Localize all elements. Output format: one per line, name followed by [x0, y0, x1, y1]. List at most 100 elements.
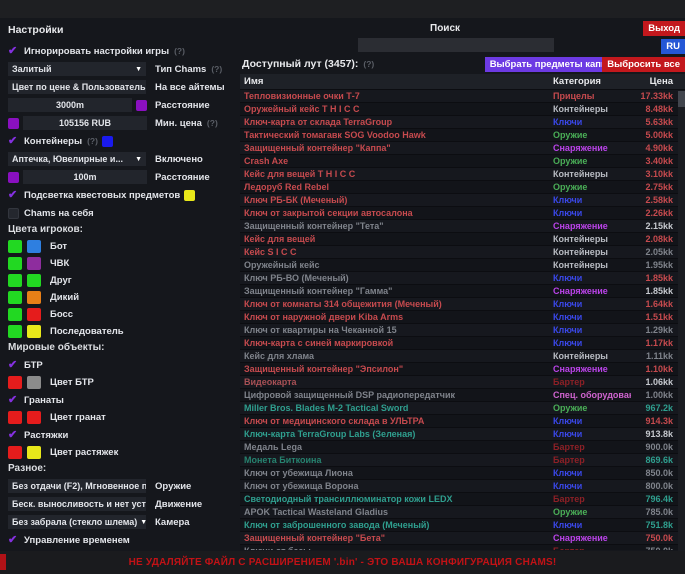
player-color-swatch[interactable]	[27, 308, 41, 321]
table-row[interactable]: Crash AxeОружие3.40kk	[240, 155, 685, 168]
item-name: APOK Tactical Wasteland Gladius	[240, 506, 553, 518]
containers-row[interactable]: ✔ Контейнеры (?)	[8, 134, 236, 148]
min-price-color-swatch[interactable]	[8, 118, 19, 129]
table-row[interactable]: Медаль LegaБартер900.0k	[240, 441, 685, 454]
grenade-check-row[interactable]: ✔ Гранаты	[8, 393, 236, 407]
table-row[interactable]: Защищенный контейнер "Бета"Снаряжение750…	[240, 532, 685, 545]
min-price-input[interactable]: 105156 RUB	[23, 116, 147, 130]
visible-color-swatch[interactable]	[8, 291, 22, 304]
loot-filter-dropdown[interactable]: Аптечка, Ювелирные и... ▼	[8, 152, 146, 166]
drop-all-button[interactable]: Выбросить все	[602, 57, 685, 72]
loot-distance-color-swatch[interactable]	[8, 172, 19, 183]
item-price: 1.00kk	[631, 389, 685, 401]
column-header-category[interactable]: Категория	[553, 76, 631, 87]
table-row[interactable]: Кейс S I C CКонтейнеры2.05kk	[240, 246, 685, 259]
table-row[interactable]: Ключ от закрытой секции автосалонаКлючи2…	[240, 207, 685, 220]
camera-dropdown[interactable]: Без забрала (стекло шлема) ▼	[8, 515, 146, 529]
player-color-swatch[interactable]	[27, 240, 41, 253]
quest-items-color-swatch[interactable]	[184, 190, 195, 201]
player-color-swatch[interactable]	[27, 291, 41, 304]
table-row[interactable]: Защищенный контейнер "Каппа"Снаряжение4.…	[240, 142, 685, 155]
visible-color-swatch[interactable]	[8, 446, 22, 459]
color-by-price-dropdown[interactable]: Цвет по цене & Пользователь ▼	[8, 80, 146, 94]
containers-label: Контейнеры	[24, 136, 82, 147]
ignore-game-settings-row[interactable]: ✔ Игнорировать настройки игры (?)	[8, 44, 236, 58]
table-row[interactable]: Защищенный контейнер "Гамма"Снаряжение1.…	[240, 285, 685, 298]
table-row[interactable]: Ключ-карта TerraGroup Labs (Зеленая)Ключ…	[240, 428, 685, 441]
table-row[interactable]: Кейс для хламаКонтейнеры1.11kk	[240, 350, 685, 363]
table-row[interactable]: Ключ от убежища ЛионаКлючи850.0k	[240, 467, 685, 480]
table-row[interactable]: Ключ от комнаты 314 общежития (Меченый)К…	[240, 298, 685, 311]
table-row[interactable]: Защищенный контейнер "Тета"Снаряжение2.1…	[240, 220, 685, 233]
chams-self-row[interactable]: Chams на себя	[8, 206, 236, 220]
player-color-swatch[interactable]	[27, 325, 41, 338]
containers-color-swatch[interactable]	[102, 136, 113, 147]
table-row[interactable]: Ключ РБ-БК (Меченый)Ключи2.58kk	[240, 194, 685, 207]
quest-items-row[interactable]: ✔ Подсветка квестовых предметов	[8, 188, 236, 202]
player-color-swatch[interactable]	[27, 257, 41, 270]
table-row[interactable]: Оружейный кейс T H I C CКонтейнеры8.48kk	[240, 103, 685, 116]
time-control-row[interactable]: ✔ Управление временем	[8, 533, 236, 547]
table-row[interactable]: Защищенный контейнер "Эпсилон"Снаряжение…	[240, 363, 685, 376]
table-row[interactable]: Ключ-карта от склада TerraGroupКлючи5.63…	[240, 116, 685, 129]
chams-type-dropdown[interactable]: Залитый ▼	[8, 62, 146, 76]
movement-dropdown[interactable]: Беск. выносливость и нет уста: ▼	[8, 497, 146, 511]
checkmark-icon[interactable]: ✔	[8, 428, 24, 442]
visible-color-swatch[interactable]	[8, 308, 22, 321]
table-row[interactable]: Цифровой защищенный DSP радиопередатчикС…	[240, 389, 685, 402]
checkmark-icon[interactable]: ✔	[8, 358, 24, 372]
weapon-dropdown[interactable]: Без отдачи (F2), Мгновенное п ▼	[8, 479, 146, 493]
visible-color-swatch[interactable]	[8, 257, 22, 270]
visible-color-swatch[interactable]	[8, 274, 22, 287]
checkmark-icon[interactable]: ✔	[8, 393, 24, 407]
btr-colors-row: Цвет БТР	[8, 376, 236, 389]
esp-distance-color-swatch[interactable]	[136, 100, 147, 111]
table-row[interactable]: Ключи от базыБартер750.0k	[240, 545, 685, 550]
table-row[interactable]: Светодиодный трансиллюминатор кожи LEDXБ…	[240, 493, 685, 506]
table-row[interactable]: Ледоруб Red RebelОружие2.75kk	[240, 181, 685, 194]
table-row[interactable]: APOK Tactical Wasteland GladiusОружие785…	[240, 506, 685, 519]
visible-color-swatch[interactable]	[8, 411, 22, 424]
player-color-swatch[interactable]	[27, 274, 41, 287]
exit-button[interactable]: Выход	[643, 21, 685, 36]
select-kappa-items-button[interactable]: Выбрать предметы каппа	[485, 57, 617, 72]
table-row[interactable]: Miller Bros. Blades M-2 Tactical SwordОр…	[240, 402, 685, 415]
btr-color-swatch[interactable]	[27, 376, 41, 389]
table-row[interactable]: Ключ РБ-ВО (Меченый)Ключи1.85kk	[240, 272, 685, 285]
checkbox-unchecked-icon[interactable]	[8, 208, 19, 219]
table-row[interactable]: Кейс для вещейКонтейнеры2.08kk	[240, 233, 685, 246]
table-row[interactable]: Монета БиткоинаБартер869.6k	[240, 454, 685, 467]
table-row[interactable]: Ключ-карта с синей маркировкойКлючи1.17k…	[240, 337, 685, 350]
table-row[interactable]: Тактический томагавк SOG Voodoo HawkОруж…	[240, 129, 685, 142]
table-row[interactable]: Кейс для вещей T H I C CКонтейнеры3.10kk	[240, 168, 685, 181]
loot-distance-input[interactable]: 100m	[23, 170, 147, 184]
tripwire-color-swatch[interactable]	[27, 446, 41, 459]
checkmark-icon[interactable]: ✔	[8, 44, 24, 58]
grenade-color-swatch[interactable]	[27, 411, 41, 424]
checkmark-icon[interactable]: ✔	[8, 188, 24, 202]
btr-check-row[interactable]: ✔ БТР	[8, 358, 236, 372]
item-price: 785.0k	[631, 506, 685, 518]
tripwire-check-row[interactable]: ✔ Растяжки	[8, 428, 236, 442]
table-row[interactable]: ВидеокартаБартер1.06kk	[240, 376, 685, 389]
table-row[interactable]: Ключ от медицинского склада в УЛЬТРАКлюч…	[240, 415, 685, 428]
visible-color-swatch[interactable]	[8, 325, 22, 338]
checkmark-icon[interactable]: ✔	[8, 533, 24, 547]
column-header-name[interactable]: Имя	[240, 76, 553, 87]
table-row[interactable]: Ключ от заброшенного завода (Меченый)Клю…	[240, 519, 685, 532]
column-header-price[interactable]: Цена	[631, 76, 685, 87]
table-row[interactable]: Ключ от убежища ВоронаКлючи800.0k	[240, 480, 685, 493]
visible-color-swatch[interactable]	[8, 376, 22, 389]
search-input[interactable]	[358, 38, 554, 52]
table-row[interactable]: Ключ от наружной двери Kiba ArmsКлючи1.5…	[240, 311, 685, 324]
esp-distance-input[interactable]: 3000m	[8, 98, 132, 112]
table-row[interactable]: Оружейный кейсКонтейнеры1.95kk	[240, 259, 685, 272]
checkmark-icon[interactable]: ✔	[8, 134, 24, 148]
language-button[interactable]: RU	[661, 39, 685, 54]
table-row[interactable]: Ключ от квартиры на Чеканной 15Ключи1.29…	[240, 324, 685, 337]
item-name: Ключ от убежища Ворона	[240, 480, 553, 492]
table-row[interactable]: Тепловизионные очки Т-7Прицелы17.33kk	[240, 90, 685, 103]
visible-color-swatch[interactable]	[8, 240, 22, 253]
scrollbar-thumb[interactable]	[678, 91, 685, 107]
table-scrollbar[interactable]	[678, 91, 685, 551]
